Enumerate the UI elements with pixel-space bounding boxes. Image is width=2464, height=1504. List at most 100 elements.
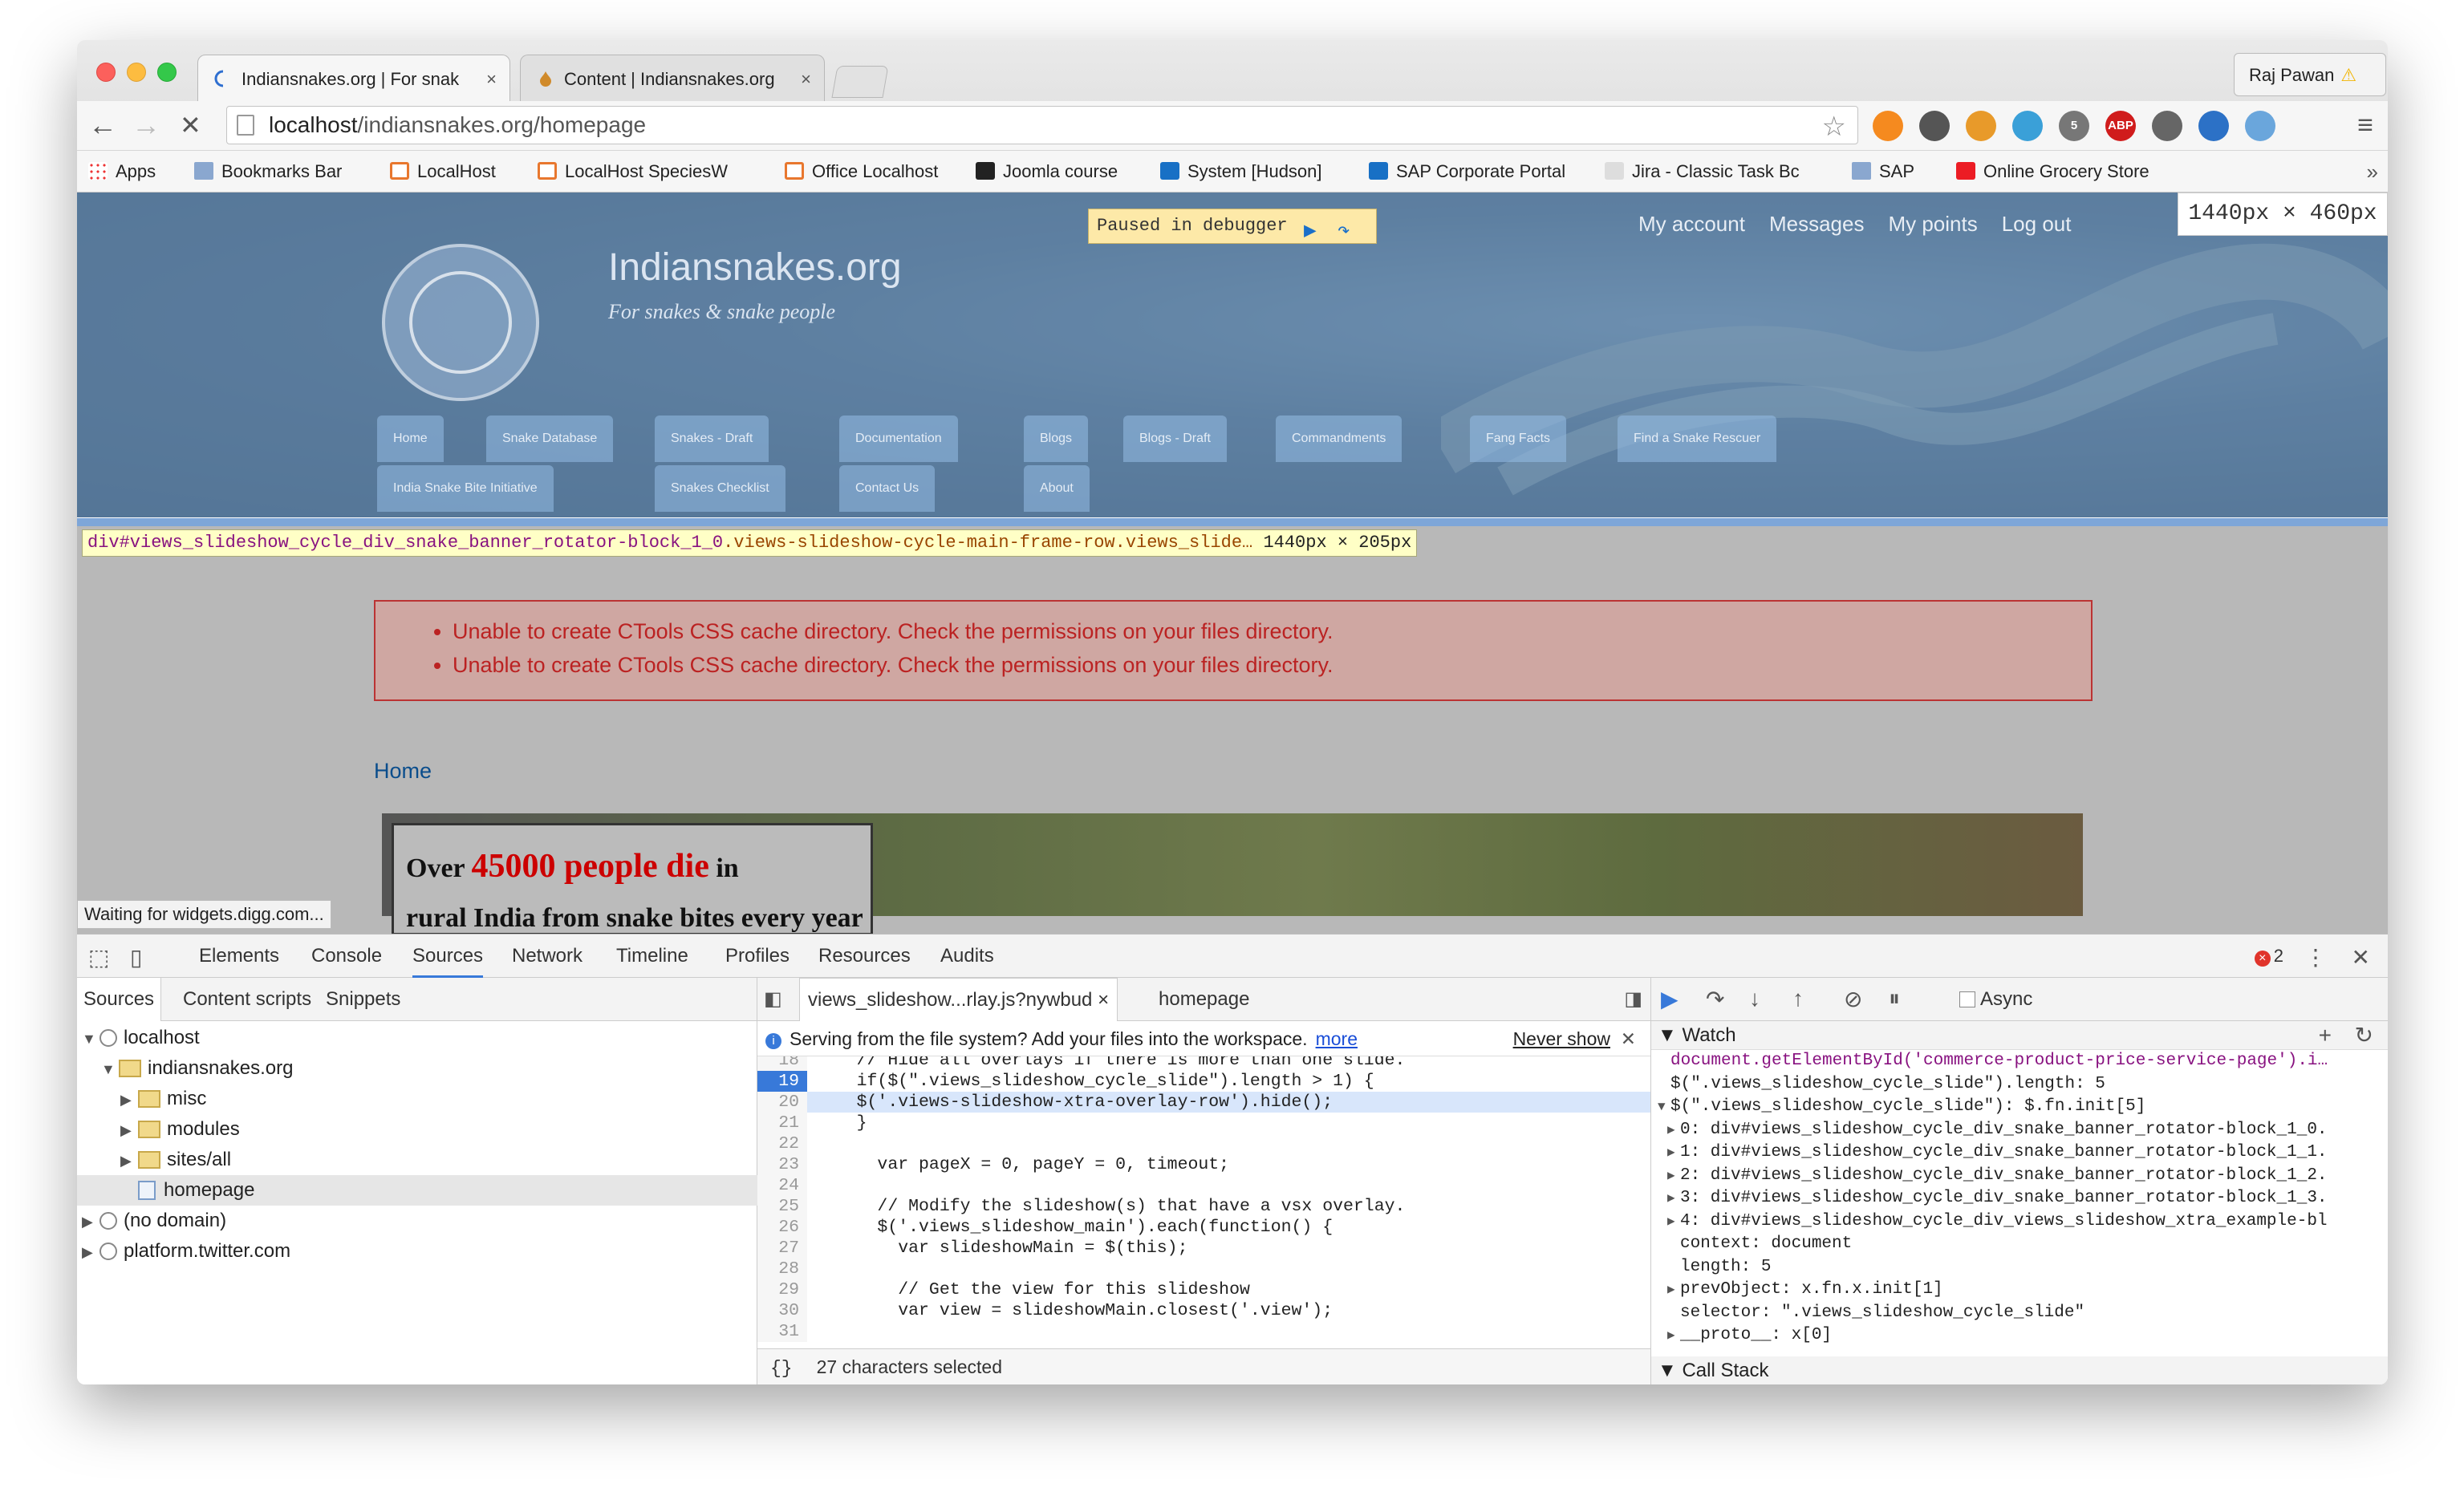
tree-item[interactable]: ▶ platform.twitter.com — [77, 1236, 757, 1267]
tree-item[interactable]: homepage — [77, 1175, 757, 1206]
user-link[interactable]: Messages — [1769, 212, 1865, 236]
info-more-link[interactable]: more — [1316, 1028, 1358, 1049]
speed-extension-icon[interactable] — [1966, 111, 1996, 141]
step-over-icon[interactable]: ↷ — [1706, 986, 1724, 1012]
nav-item[interactable]: Blogs - Draft — [1123, 416, 1227, 462]
close-devtools-icon[interactable]: ✕ — [2352, 944, 2370, 971]
close-window-button[interactable] — [96, 63, 116, 82]
close-icon[interactable]: × — [1098, 989, 1109, 1011]
more-options-icon[interactable]: ⋮ — [2304, 944, 2327, 971]
line-number[interactable]: 25 — [757, 1196, 807, 1217]
watch-entry[interactable]: ▶ prevObject: x.fn.x.init[1] — [1667, 1279, 1943, 1301]
site-logo[interactable] — [382, 244, 539, 401]
address-bar[interactable]: localhost/indiansnakes.org/homepage ☆ — [226, 106, 1858, 144]
tab-console[interactable]: Console — [311, 934, 382, 978]
bookmark-item[interactable]: LocalHost — [390, 151, 496, 193]
line-number[interactable]: 27 — [757, 1238, 807, 1259]
bug-extension-icon[interactable] — [1919, 111, 1950, 141]
nav-item[interactable]: India Snake Bite Initiative — [377, 465, 554, 512]
bookmark-item[interactable]: Online Grocery Store — [1956, 151, 2149, 193]
tab-profiles[interactable]: Profiles — [725, 934, 790, 978]
call-stack-section-header[interactable]: ▼ Call Stack — [1651, 1356, 2388, 1384]
adblock-icon[interactable]: ABP — [2105, 111, 2136, 141]
bookmark-item[interactable]: SAP Corporate Portal — [1369, 151, 1565, 193]
tab-close-icon[interactable]: × — [486, 55, 497, 101]
tab-snippets[interactable]: Snippets — [319, 978, 407, 1021]
tab-resources[interactable]: Resources — [818, 934, 911, 978]
tab-content-scripts[interactable]: Content scripts — [177, 978, 318, 1021]
watch-entry[interactable]: context: document — [1667, 1233, 1852, 1255]
watch-entry[interactable]: ▶ 2: div#views_slideshow_cycle_div_snake_… — [1667, 1165, 2328, 1187]
zoom-window-button[interactable] — [157, 63, 177, 82]
bookmarks-overflow-icon[interactable]: » — [2367, 151, 2378, 193]
watch-entry[interactable]: length: 5 — [1667, 1256, 1771, 1279]
watch-entry[interactable]: ▶ 0: div#views_slideshow_cycle_div_snake_… — [1667, 1119, 2328, 1141]
toggle-navigator-icon[interactable]: ◧ — [764, 987, 782, 1011]
line-number[interactable]: 21 — [757, 1113, 807, 1133]
back-arrow-icon[interactable]: ← — [88, 109, 117, 141]
nav-item[interactable]: Documentation — [839, 416, 958, 462]
nav-item[interactable]: Contact Us — [839, 465, 936, 512]
cast-icon[interactable] — [2152, 111, 2182, 141]
tab-close-icon[interactable]: × — [801, 55, 811, 101]
nav-item[interactable]: Find a Snake Rescuer — [1618, 416, 1777, 462]
resume-icon[interactable]: ▶ — [1304, 214, 1317, 248]
bookmark-item[interactable]: Bookmarks Bar — [194, 151, 342, 193]
code-editor[interactable]: 18 // Hide all overlays if there is more… — [757, 1056, 1650, 1348]
forward-arrow-icon[interactable]: → — [132, 109, 160, 141]
line-number[interactable]: 29 — [757, 1279, 807, 1300]
minimize-window-button[interactable] — [127, 63, 146, 82]
nav-item[interactable]: Blogs — [1024, 416, 1089, 462]
nav-item[interactable]: Fang Facts — [1470, 416, 1567, 462]
tree-item[interactable]: ▶ (no domain) — [77, 1206, 757, 1236]
tab-sources[interactable]: Sources — [412, 934, 484, 978]
async-checkbox[interactable]: Async — [1959, 978, 2032, 1021]
tab-sources[interactable]: Sources — [77, 978, 162, 1021]
bookmark-star-icon[interactable]: ☆ — [1822, 108, 1846, 145]
nav-item[interactable]: Snakes Checklist — [655, 465, 785, 512]
download-icon[interactable] — [2198, 111, 2229, 141]
tab-elements[interactable]: Elements — [199, 934, 279, 978]
bookmark-item[interactable]: Joomla course — [976, 151, 1118, 193]
profile-button[interactable]: Raj Pawan ⚠ — [2234, 53, 2386, 96]
nav-item[interactable]: Snake Database — [486, 416, 614, 462]
tab-content[interactable]: Content | Indiansnakes.org × — [520, 55, 825, 101]
tab-file-overlay-js[interactable]: views_slideshow...rlay.js?nywbud × — [799, 978, 1118, 1021]
line-number[interactable]: 20 — [757, 1092, 807, 1113]
close-infobar-icon[interactable]: ✕ — [1621, 1021, 1636, 1056]
screen-extension-icon[interactable] — [2245, 111, 2275, 141]
stop-loading-icon[interactable]: ✕ — [180, 109, 201, 141]
nav-item[interactable]: Commandments — [1276, 416, 1402, 462]
site-name[interactable]: Indiansnakes.org — [608, 245, 902, 290]
resume-icon[interactable]: ▶ — [1661, 986, 1679, 1012]
watch-section-header[interactable]: ▼ Watch + ↻ — [1651, 1021, 2388, 1050]
pin-extension-icon[interactable] — [2012, 111, 2043, 141]
line-number[interactable]: 22 — [757, 1133, 807, 1154]
pretty-print-icon[interactable]: {} — [770, 1358, 793, 1379]
tree-item[interactable]: ▶ misc — [77, 1084, 757, 1114]
error-counter[interactable]: × 2 — [2254, 946, 2283, 967]
inspect-element-icon[interactable]: ⬚ — [88, 944, 109, 971]
nav-item[interactable]: About — [1024, 465, 1090, 512]
watch-entry[interactable]: ▶ 1: div#views_slideshow_cycle_div_snake_… — [1667, 1141, 2328, 1164]
menu-icon[interactable]: ≡ — [2357, 109, 2373, 141]
line-number[interactable]: 19 — [757, 1071, 807, 1092]
line-number[interactable]: 30 — [757, 1300, 807, 1321]
deactivate-breakpoints-icon[interactable]: ⊘ — [1844, 986, 1862, 1012]
tab-file-homepage[interactable]: homepage — [1159, 978, 1249, 1021]
add-watch-icon[interactable]: + — [2319, 1021, 2332, 1050]
line-number[interactable]: 18 — [757, 1056, 807, 1071]
watch-entry[interactable]: ▶ __proto__: x[0] — [1667, 1324, 1832, 1347]
tree-item[interactable]: ▼ indiansnakes.org — [77, 1053, 757, 1084]
watch-entry[interactable]: ▼ $(".views_slideshow_cycle_slide"): $.fn… — [1658, 1096, 2145, 1118]
user-link[interactable]: My points — [1888, 212, 1977, 236]
tab-audits[interactable]: Audits — [940, 934, 994, 978]
toggle-debugger-icon[interactable]: ◨ — [1624, 987, 1642, 1011]
refresh-watch-icon[interactable]: ↻ — [2355, 1021, 2373, 1050]
nav-item[interactable]: Snakes - Draft — [655, 416, 769, 462]
line-number[interactable]: 24 — [757, 1175, 807, 1196]
bookmark-item[interactable]: Office Localhost — [785, 151, 938, 193]
tab-network[interactable]: Network — [512, 934, 583, 978]
tree-item[interactable]: ▼ localhost — [77, 1023, 757, 1053]
line-number[interactable]: 31 — [757, 1321, 807, 1342]
